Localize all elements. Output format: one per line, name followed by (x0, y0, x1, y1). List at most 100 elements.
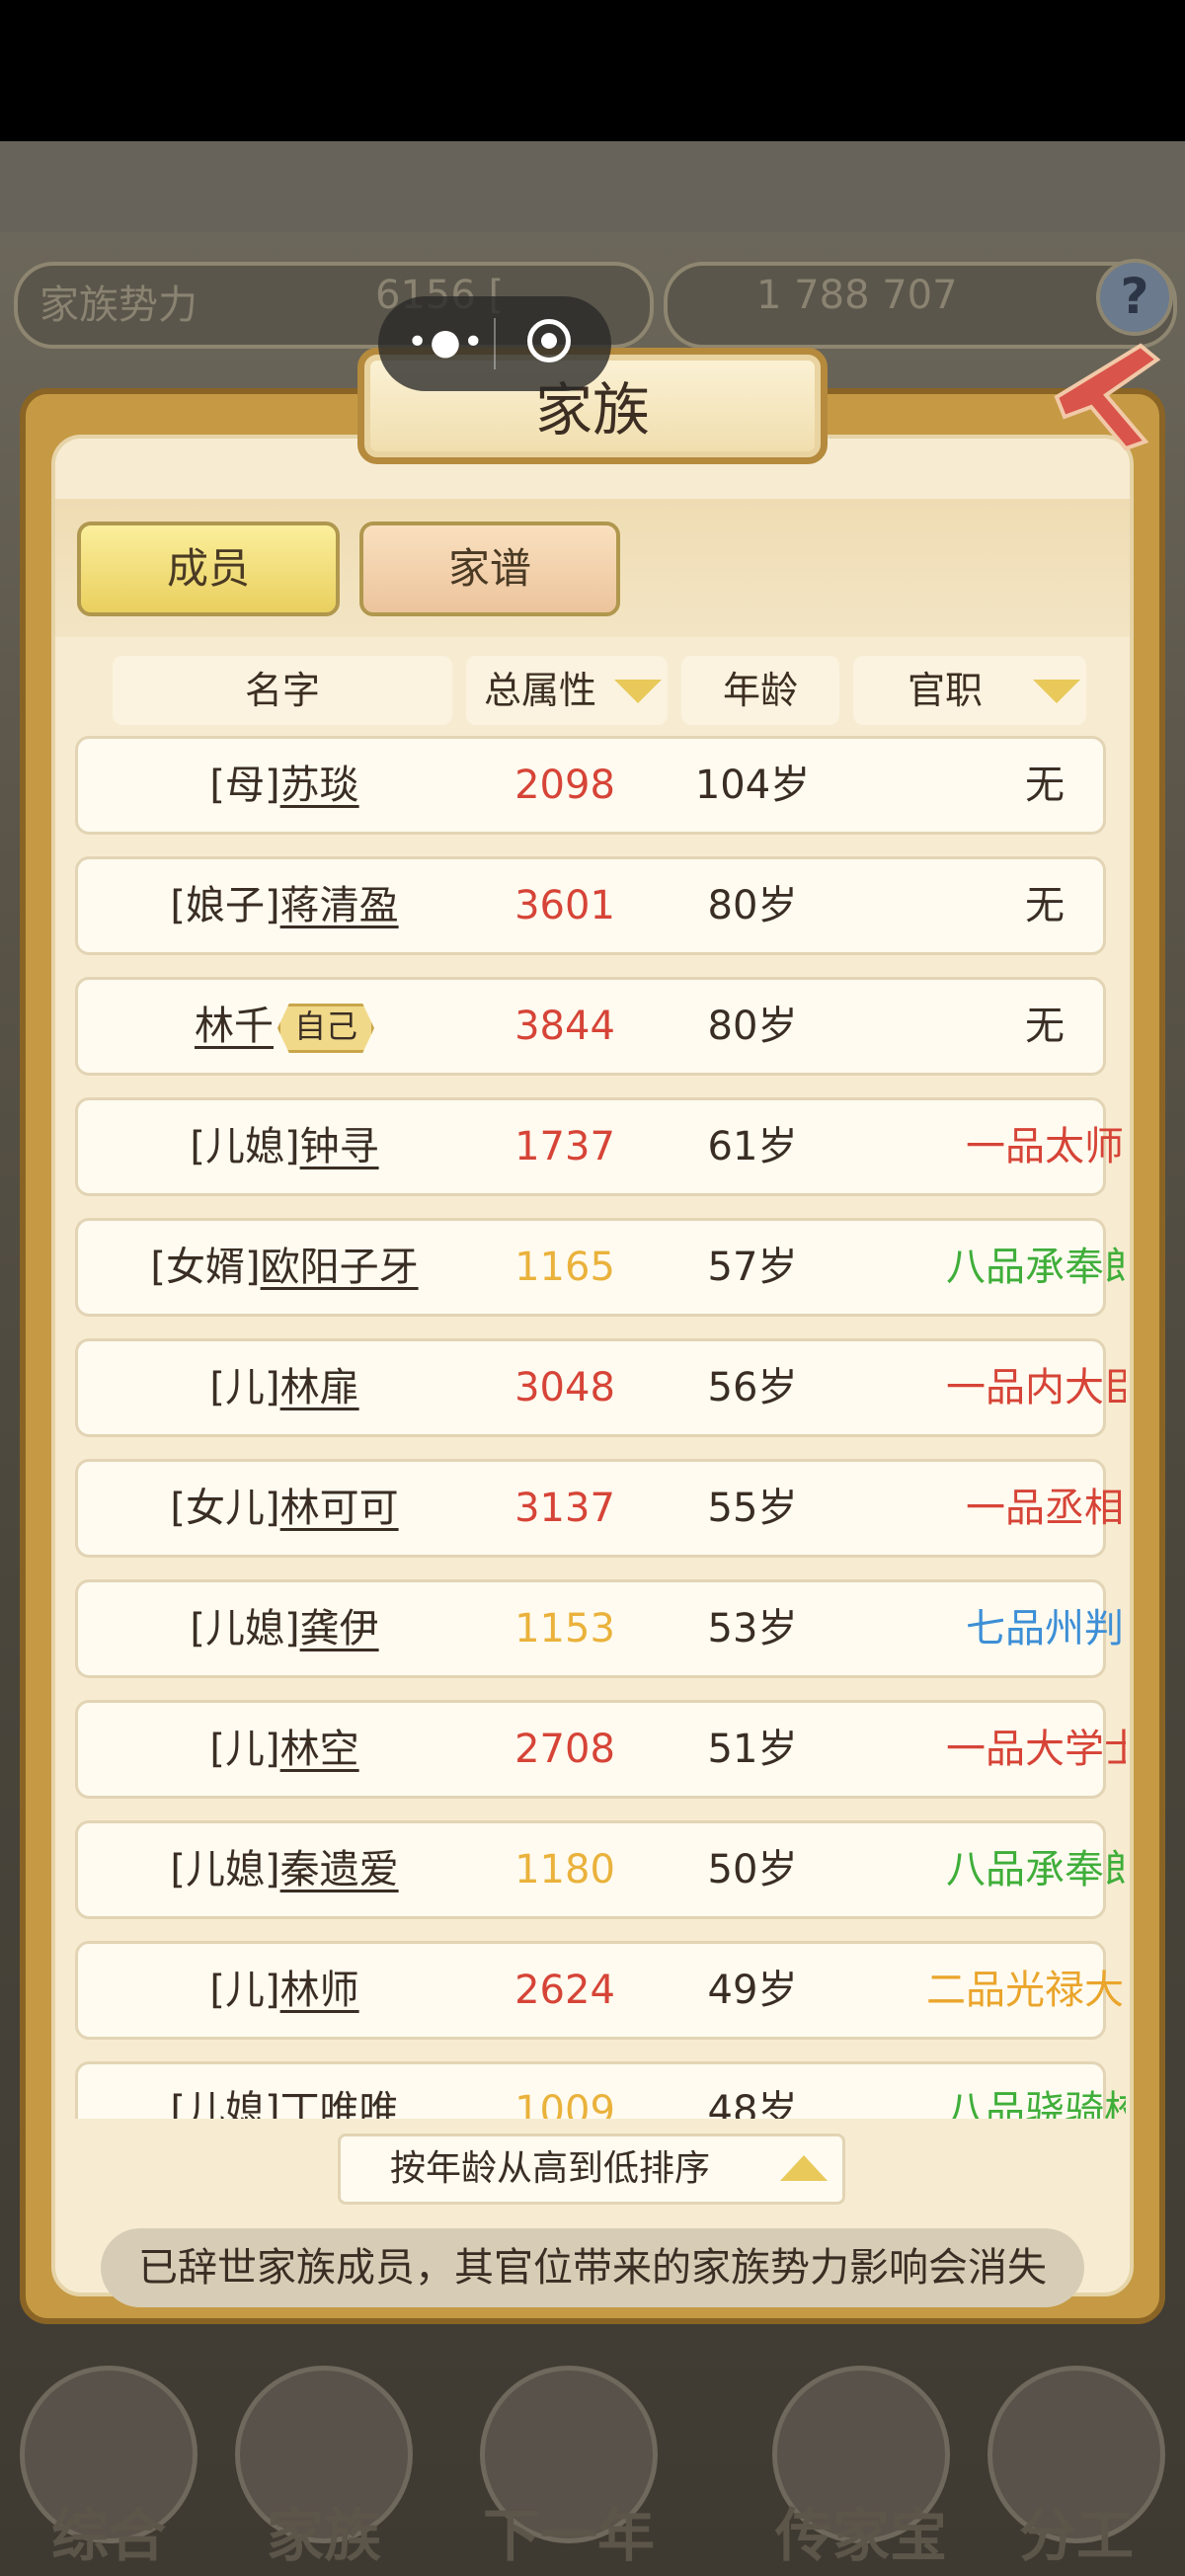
member-name-link[interactable]: 苏琰 (280, 763, 359, 808)
member-name-link[interactable]: 林扉 (280, 1365, 359, 1410)
member-name-cell: [儿]林扉 (78, 1341, 491, 1434)
self-badge: 自己 (276, 1004, 374, 1053)
member-row[interactable]: [母]苏琰 2098 104岁 无 (75, 736, 1106, 835)
member-relation: [儿] (209, 1968, 280, 2013)
member-list[interactable]: [母]苏琰 2098 104岁无 [娘子]蒋清盈 3601 80岁无林千 自己 3844 80岁… (59, 736, 1126, 2119)
member-attr: 3137 (514, 1486, 615, 1531)
member-official-title: 一品丞相 (966, 1486, 1124, 1531)
tab-genealogy[interactable]: 家谱 (359, 522, 620, 616)
member-official-title: 无 (1025, 763, 1065, 808)
member-relation: [儿] (209, 1727, 280, 1772)
member-name-cell: [女婿]欧阳子牙 (78, 1221, 491, 1314)
nav-heirloom-label: 传家宝 (774, 2502, 947, 2569)
member-age: 53岁 (707, 1606, 798, 1651)
member-age: 48岁 (707, 2088, 798, 2119)
member-attr: 3844 (514, 1004, 615, 1049)
member-attr: 1737 (514, 1124, 615, 1169)
member-name-link[interactable]: 林空 (280, 1727, 359, 1772)
column-total-attr-label: 总属性 (484, 669, 597, 712)
member-row[interactable]: [儿]林师 2624 49岁 二品光禄大夫 (75, 1941, 1126, 2040)
member-row[interactable]: [儿媳]丁唯唯 1009 48岁 八品骁骑校 (75, 2061, 1126, 2119)
member-age: 56岁 (707, 1365, 798, 1410)
member-official-title: 八品骁骑校 (946, 2088, 1126, 2119)
member-name-cell: [儿媳]钟寻 (78, 1100, 491, 1193)
tab-members[interactable]: 成员 (77, 522, 340, 616)
member-attr: 2098 (514, 763, 615, 808)
member-name-link[interactable]: 林千 (195, 1004, 274, 1049)
member-name-link[interactable]: 欧阳子牙 (261, 1245, 419, 1290)
member-attr: 1009 (514, 2088, 615, 2119)
member-row[interactable]: [儿]林空 2708 51岁 一品大学士 (75, 1700, 1126, 1799)
member-official-title: 一品太师 (966, 1124, 1124, 1169)
member-official-title: 一品大学士 (946, 1727, 1126, 1772)
sort-down-icon (614, 680, 662, 703)
sort-up-icon (780, 2155, 828, 2181)
member-name-link[interactable]: 秦遗爱 (280, 1847, 399, 1892)
member-row[interactable]: 林千 自己 3844 80岁 无 (75, 977, 1106, 1076)
nav-family-label: 家族 (266, 2502, 381, 2569)
member-attr: 1153 (514, 1606, 615, 1651)
member-relation: [儿] (209, 1365, 280, 1410)
top-band (0, 141, 1185, 232)
member-attr: 1165 (514, 1245, 615, 1290)
member-name-cell: [儿]林师 (78, 1944, 491, 2037)
status-bar (0, 0, 1185, 141)
nav-general[interactable]: 综合 (10, 2366, 207, 2569)
member-row[interactable]: [儿媳]钟寻 1737 61岁 一品太师 (75, 1097, 1124, 1196)
column-title-label: 官职 (908, 669, 984, 712)
help-button[interactable]: ? (1096, 259, 1173, 336)
member-relation: [娘子] (170, 883, 280, 928)
member-name-link[interactable]: 林师 (280, 1968, 359, 2013)
member-row[interactable]: [儿媳]龚伊 1153 53岁 七品州判 (75, 1579, 1124, 1678)
nav-family[interactable]: 家族 (225, 2366, 423, 2569)
member-relation: [儿媳] (170, 1847, 280, 1892)
member-relation: [女婿] (150, 1245, 261, 1290)
member-official-title: 八品承奉郎 (946, 1245, 1126, 1290)
member-relation: [女儿] (170, 1486, 280, 1531)
nav-next-year-label: 下一年 (482, 2502, 655, 2569)
family-power-label: 家族势力 (40, 282, 198, 328)
capsule-divider (494, 318, 496, 369)
member-age: 55岁 (707, 1486, 798, 1531)
member-name-cell: [儿媳]丁唯唯 (78, 2064, 491, 2119)
member-row[interactable]: [儿媳]秦遗爱 1180 50岁 八品承奉郎 (75, 1820, 1126, 1919)
member-row[interactable]: [女婿]欧阳子牙 1165 57岁 八品承奉郎 (75, 1218, 1126, 1317)
nav-next-year[interactable]: 下一年 (470, 2366, 668, 2569)
member-age: 51岁 (707, 1727, 798, 1772)
nav-division-label: 分工 (1018, 2502, 1134, 2569)
member-name-cell: [儿]林空 (78, 1703, 491, 1796)
member-row[interactable]: [儿]林扉 3048 56岁 一品内大臣 (75, 1338, 1126, 1437)
member-name-link[interactable]: 丁唯唯 (280, 2088, 399, 2119)
member-official-title: 七品州判 (966, 1606, 1124, 1651)
member-row[interactable]: [女儿]林可可 3137 55岁 一品丞相 (75, 1459, 1124, 1558)
member-name-cell: [儿媳]龚伊 (78, 1582, 491, 1675)
sort-label: 按年龄从高到低排序 (389, 2148, 710, 2189)
notice-text: 已辞世家族成员，其官位带来的家族势力影响会消失 (138, 2245, 1047, 2291)
member-name-link[interactable]: 林可可 (280, 1486, 399, 1531)
nav-heirloom[interactable]: 传家宝 (762, 2366, 960, 2569)
filter-down-icon (1033, 680, 1080, 703)
member-relation: [儿媳] (190, 1124, 300, 1169)
member-name-link[interactable]: 龚伊 (300, 1606, 379, 1651)
more-icon[interactable]: •●• (407, 318, 484, 367)
member-attr: 2624 (514, 1968, 615, 2013)
member-relation: [儿媳] (190, 1606, 300, 1651)
member-name-link[interactable]: 蒋清盈 (280, 883, 399, 928)
member-row[interactable]: [娘子]蒋清盈 3601 80岁 无 (75, 856, 1106, 955)
member-attr: 2708 (514, 1727, 615, 1772)
member-name-cell: [儿媳]秦遗爱 (78, 1823, 491, 1916)
member-official-title: 无 (1025, 1004, 1065, 1049)
close-icon[interactable] (1047, 338, 1165, 456)
nav-division[interactable]: 分工 (978, 2366, 1175, 2569)
member-name-cell: [母]苏琰 (78, 739, 491, 832)
member-name-cell: [女儿]林可可 (78, 1462, 491, 1555)
member-age: 50岁 (707, 1847, 798, 1892)
member-attr: 3601 (514, 883, 615, 928)
member-age: 49岁 (707, 1968, 798, 2013)
member-official-title: 二品光禄大夫 (926, 1968, 1126, 2013)
column-age: 年龄 (681, 656, 839, 725)
member-relation: [母] (209, 763, 280, 808)
member-name-link[interactable]: 钟寻 (300, 1124, 379, 1169)
member-official-title: 八品承奉郎 (946, 1847, 1126, 1892)
column-name: 名字 (113, 656, 452, 725)
